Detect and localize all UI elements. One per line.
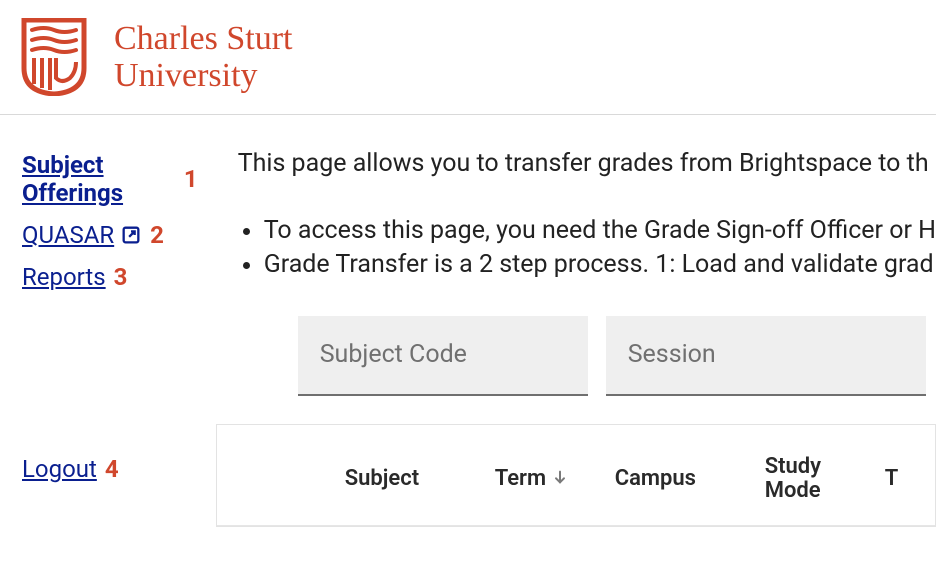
main-content: This page allows you to transfer grades … xyxy=(208,115,936,527)
input-placeholder: Session xyxy=(628,340,716,369)
col-trailing[interactable]: T xyxy=(885,466,925,491)
subject-code-input[interactable]: Subject Code xyxy=(298,316,588,396)
app-header: Charles Sturt University xyxy=(0,0,936,115)
results-table: Subject Term Campus StudyMode xyxy=(216,424,936,527)
table-header-row: Subject Term Campus StudyMode xyxy=(217,455,935,526)
brand-line2: University xyxy=(114,57,292,94)
sidebar-item-logout[interactable]: Logout 4 xyxy=(22,455,198,483)
info-bullet: Grade Transfer is a 2 step process. 1: L… xyxy=(264,248,936,282)
nav-link-label: Subject Offerings xyxy=(22,151,176,207)
col-subject[interactable]: Subject xyxy=(345,466,495,491)
col-term[interactable]: Term xyxy=(495,466,615,491)
sort-desc-icon xyxy=(552,466,568,491)
annotation-marker: 2 xyxy=(150,221,164,249)
page-intro: This page allows you to transfer grades … xyxy=(238,149,936,178)
input-placeholder: Subject Code xyxy=(320,340,467,369)
logo-shield xyxy=(20,18,88,96)
nav-link-label: Reports xyxy=(22,263,106,291)
col-campus[interactable]: Campus xyxy=(615,466,765,491)
annotation-marker: 3 xyxy=(114,263,128,291)
annotation-marker: 4 xyxy=(105,455,119,483)
sidebar-item-reports[interactable]: Reports 3 xyxy=(22,263,198,291)
sidebar-item-quasar[interactable]: QUASAR 2 xyxy=(22,221,198,249)
annotation-marker: 1 xyxy=(184,165,198,193)
col-study-mode[interactable]: StudyMode xyxy=(765,455,885,503)
info-bullet: To access this page, you need the Grade … xyxy=(264,214,936,248)
brand-line1: Charles Sturt xyxy=(114,20,292,57)
info-bullets: To access this page, you need the Grade … xyxy=(238,214,936,282)
nav-link-label: QUASAR xyxy=(22,221,114,249)
filter-row: Subject Code Session xyxy=(298,316,936,396)
external-link-icon xyxy=(120,224,142,246)
brand-name: Charles Sturt University xyxy=(114,20,292,95)
sidebar-item-subject-offerings[interactable]: Subject Offerings 1 xyxy=(22,151,198,207)
session-input[interactable]: Session xyxy=(606,316,926,396)
sidebar: Subject Offerings 1 QUASAR 2 Reports 3 L… xyxy=(0,115,208,527)
nav-link-label: Logout xyxy=(22,455,97,483)
